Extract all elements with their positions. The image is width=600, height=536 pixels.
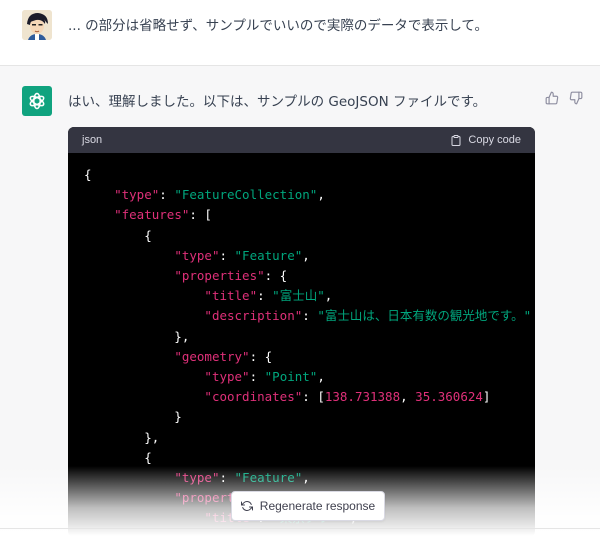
copy-code-button[interactable]: Copy code (450, 134, 521, 147)
code-line: "type": "Feature", (84, 246, 519, 266)
code-block-header: json Copy code (68, 127, 535, 153)
code-line: { (84, 226, 519, 246)
code-line: }, (84, 327, 519, 347)
code-token: }, (84, 429, 160, 445)
assistant-message-text: はい、理解しました。以下は、サンプルの GeoJSON ファイルです。 (68, 94, 487, 110)
code-line: "type": "Point", (84, 367, 519, 387)
code-token: "Feature" (234, 470, 303, 486)
code-token: "type" (114, 187, 160, 203)
code-token: "properties" (174, 268, 265, 284)
code-token: "features" (114, 207, 190, 223)
code-token: }, (84, 328, 190, 344)
code-token: "type" (174, 247, 220, 263)
code-token: "description" (204, 308, 303, 324)
code-token: "geometry" (174, 348, 250, 364)
code-token: "富士山" (272, 288, 325, 304)
code-token: : (159, 187, 175, 203)
code-token: : (257, 288, 273, 304)
code-token: "coordinates" (204, 389, 303, 405)
code-token: , (324, 288, 333, 304)
code-line: "description": "富士山は、日本有数の観光地です。" (84, 306, 531, 326)
assistant-message-row: はい、理解しました。以下は、サンプルの GeoJSON ファイルです。 json (0, 66, 600, 536)
composer-divider (0, 528, 600, 529)
code-token: , (302, 470, 310, 486)
code-token: } (84, 409, 182, 425)
feedback-buttons (545, 90, 583, 105)
code-token: : (302, 308, 318, 324)
code-block: json Copy code { "type": "FeatureCollect… (68, 127, 535, 536)
code-token: "Feature" (234, 247, 303, 263)
regenerate-response-button[interactable]: Regenerate response (231, 491, 385, 521)
code-line: }, (84, 428, 519, 448)
thumbs-down-icon[interactable] (569, 90, 583, 105)
code-token: : (249, 369, 265, 385)
clipboard-icon (451, 134, 461, 146)
code-line: "properties": { (84, 266, 519, 286)
code-token: ] (482, 389, 491, 405)
user-message-text: ... の部分は省略せず、サンプルでいいので実際のデータで表示して。 (68, 18, 489, 34)
thumbs-up-icon[interactable] (545, 90, 559, 105)
code-line: } (84, 407, 519, 427)
code-line: "features": [ (84, 205, 519, 225)
user-avatar (22, 10, 52, 40)
code-token: , (317, 369, 325, 385)
code-line: "title": "富士山", (84, 286, 519, 306)
code-line: "type": "FeatureCollection", (84, 185, 519, 205)
code-token: { (84, 167, 92, 182)
regenerate-response-label: Regenerate response (259, 499, 376, 513)
code-line: { (84, 165, 519, 185)
code-token: { (84, 227, 152, 243)
code-token: : { (249, 348, 273, 364)
code-token: { (84, 449, 152, 465)
code-token: : [ (302, 389, 325, 405)
code-token: : (219, 470, 235, 486)
copy-code-label: Copy code (468, 134, 521, 146)
code-line: "coordinates": [138.731388, 35.360624] (84, 387, 519, 407)
assistant-avatar (22, 86, 52, 116)
code-token: : (219, 247, 235, 263)
code-token: 35.360624 (415, 389, 483, 405)
code-content: { "type": "FeatureCollection", "features… (68, 153, 535, 536)
user-avatar-icon (22, 10, 52, 40)
code-token: : [ (189, 207, 212, 223)
code-token: , (400, 389, 416, 405)
code-line: "type": "Feature", (84, 468, 519, 488)
code-token: , (302, 247, 310, 263)
code-line: "geometry": { (84, 347, 519, 367)
code-token: 138.731388 (324, 389, 401, 405)
openai-logo-icon (29, 92, 45, 110)
code-token: "FeatureCollection" (174, 187, 318, 203)
code-token: "富士山は、日本有数の観光地です。" (317, 308, 532, 324)
code-token: "type" (174, 470, 220, 486)
code-language-label: json (82, 134, 103, 146)
code-token: "title" (204, 288, 258, 304)
code-token: : { (264, 268, 288, 284)
refresh-icon (240, 500, 253, 512)
code-token: , (317, 187, 325, 203)
user-message-row: ... の部分は省略せず、サンプルでいいので実際のデータで表示して。 (0, 0, 600, 66)
code-token: "Point" (264, 369, 318, 385)
code-token: "type" (204, 369, 250, 385)
code-line: { (84, 448, 519, 468)
